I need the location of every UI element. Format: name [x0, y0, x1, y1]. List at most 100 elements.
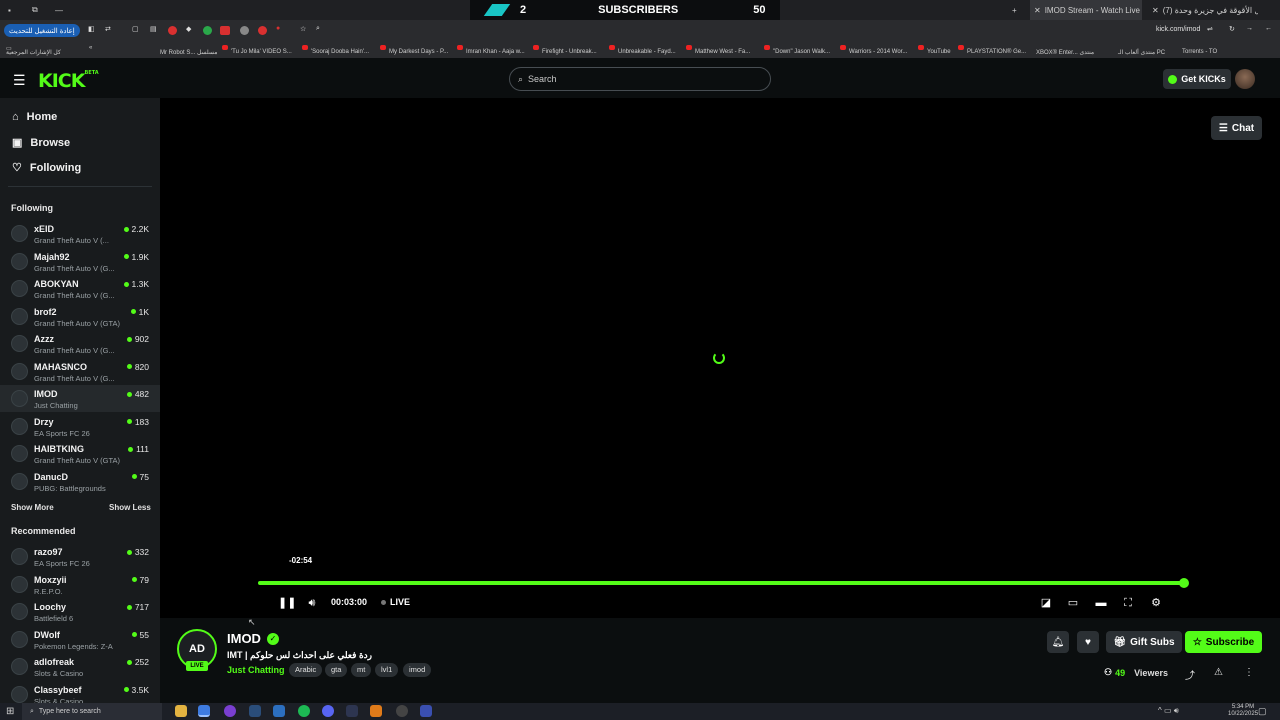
extension-icon[interactable]: ◆ [186, 25, 191, 33]
extension-icon[interactable] [258, 26, 267, 35]
pause-icon[interactable]: ❚❚ [278, 597, 296, 609]
bookmark-chevron-icon[interactable]: « [89, 45, 92, 51]
steam-icon[interactable] [249, 705, 261, 717]
recommended-channel-row[interactable]: Moxzyii R.E.P.O. 79 [0, 571, 160, 598]
follow-button[interactable]: ♥ [1077, 631, 1099, 653]
following-channel-row[interactable]: HAIBTKING Grand Theft Auto V (GTA) 111 [0, 440, 160, 467]
app-icon[interactable] [224, 705, 236, 717]
extension-icon[interactable] [203, 26, 212, 35]
extension-icon[interactable]: ⇄ [105, 25, 111, 33]
share-icon[interactable]: ⤴ [1185, 667, 1195, 682]
hamburger-menu-icon[interactable]: ☰ [13, 72, 26, 89]
following-channel-row[interactable]: Drzy EA Sports FC 26 183 [0, 413, 160, 440]
subscribe-button[interactable]: ☆ Subscribe [1185, 631, 1262, 653]
following-channel-row[interactable]: IMOD Just Chatting 482 [0, 385, 160, 412]
fullscreen-icon[interactable]: ⛶ [1122, 597, 1134, 609]
bookmark-star-icon[interactable]: ☆ [300, 25, 306, 33]
notification-bell-button[interactable]: 🔔︎ [1047, 631, 1069, 653]
following-channel-row[interactable]: Majah92 Grand Theft Auto V (G... 1.9K [0, 248, 160, 275]
recommended-channel-row[interactable]: adlofreak Slots & Casino 252 [0, 653, 160, 680]
following-channel-row[interactable]: ABOKYAN Grand Theft Auto V (G... 1.3K [0, 275, 160, 302]
minimize-icon[interactable]: — [55, 0, 63, 20]
windows-start-icon[interactable]: ⊞ [6, 706, 14, 717]
chat-toggle-button[interactable]: ☰ Chat [1211, 116, 1262, 140]
bookmark-item[interactable]: 'Tu Jo Mila' VIDEO S... [222, 45, 292, 55]
app-icon[interactable] [346, 705, 358, 717]
file-explorer-icon[interactable] [175, 705, 187, 717]
user-avatar[interactable] [1235, 69, 1255, 89]
pip-icon[interactable]: ◪ [1040, 597, 1052, 609]
extension-icon[interactable] [220, 26, 230, 35]
extension-icon[interactable]: ▢ [132, 25, 139, 33]
recommended-channel-row[interactable]: razo97 EA Sports FC 26 332 [0, 543, 160, 570]
new-tab-button[interactable]: + [1012, 0, 1017, 20]
url-text[interactable]: kick.com/imod [1156, 26, 1200, 33]
gift-subs-button[interactable]: 🎁︎ Gift Subs [1106, 631, 1182, 653]
tab-active[interactable]: ✕ IMOD Stream - Watch Live on [1030, 0, 1142, 20]
extension-icon[interactable]: ▤ [150, 25, 157, 33]
bookmark-item[interactable]: Matthew West - Fa... [686, 45, 750, 55]
zoom-icon[interactable]: ⌕ [316, 25, 320, 33]
show-less-button[interactable]: Show Less [109, 503, 151, 512]
channel-name[interactable]: IMOD [227, 631, 261, 646]
system-tray-icons[interactable]: ^ ▭ 🔊︎ [1158, 706, 1179, 716]
extension-icon[interactable] [240, 26, 249, 35]
bookmark-item[interactable]: PLAYSTATION® Ge... [958, 45, 1026, 55]
following-channel-row[interactable]: brof2 Grand Theft Auto V (GTA) 1K [0, 303, 160, 330]
bookmark-item[interactable]: Unbreakable - Fayd... [609, 45, 676, 55]
update-button[interactable]: إعادة التشغيل للتحديث [4, 24, 80, 37]
discord-icon[interactable] [322, 705, 334, 717]
notifications-icon[interactable]: ▢ [1258, 706, 1267, 717]
sidebar-item-home[interactable]: ⌂ Home [12, 111, 57, 123]
recommended-channel-row[interactable]: Loochy Battlefield 6 717 [0, 598, 160, 625]
following-channel-row[interactable]: DanucD PUBG: Battlegrounds 75 [0, 468, 160, 495]
category-link[interactable]: Just Chatting [227, 665, 285, 675]
report-icon[interactable]: ⚠ [1214, 667, 1223, 678]
app-icon[interactable] [420, 705, 432, 717]
app-icon[interactable] [396, 705, 408, 717]
stream-tag[interactable]: mt [351, 663, 372, 677]
bookmark-item[interactable]: My Darkest Days - P... [380, 45, 448, 55]
following-channel-row[interactable]: MAHASNCO Grand Theft Auto V (G... 820 [0, 358, 160, 385]
theater-mode-icon[interactable]: ▬ [1095, 597, 1107, 609]
cast-icon[interactable]: ▭ [1067, 597, 1079, 609]
site-settings-icon[interactable]: ⇌ [1207, 25, 1213, 33]
more-options-icon[interactable]: ⋮ [1244, 667, 1254, 678]
live-indicator[interactable]: LIVE [381, 597, 410, 607]
back-icon[interactable]: ← [1265, 25, 1272, 32]
restore-icon[interactable]: ⧉ [32, 0, 38, 20]
following-channel-row[interactable]: Azzz Grand Theft Auto V (G... 902 [0, 330, 160, 357]
app-icon[interactable] [273, 705, 285, 717]
sidebar-item-browse[interactable]: ▣ Browse [12, 136, 70, 150]
browser-menu-icon[interactable]: ▪ [8, 0, 11, 20]
extension-icon[interactable]: ● [276, 25, 280, 32]
forward-icon[interactable]: → [1246, 25, 1253, 32]
tab-close-icon[interactable]: ✕ [1152, 6, 1159, 15]
clock[interactable]: 5:34 PM 10/22/2025 [1228, 704, 1258, 718]
extension-icon[interactable] [168, 26, 177, 35]
bookmark-item[interactable]: Firefight - Unbreak... [533, 45, 597, 55]
search-input[interactable]: ⌕ Search [509, 67, 771, 91]
seek-bar[interactable] [258, 581, 1184, 585]
bookmark-item[interactable]: كل الإشارات المرجعية ▭ [6, 45, 61, 56]
taskbar-search-input[interactable]: ⌕ Type here to search [22, 703, 162, 720]
bookmark-item[interactable]: 'Sooraj Dooba Hain'... [302, 45, 369, 55]
stream-tag[interactable]: gta [325, 663, 348, 677]
recommended-channel-row[interactable]: DWolf Pokemon Legends: Z-A 55 [0, 626, 160, 653]
extension-icon[interactable]: ◧ [88, 25, 95, 33]
sidebar-item-following[interactable]: ♡ Following [12, 161, 81, 175]
stream-tag[interactable]: lvl1 [375, 663, 399, 677]
tab-other[interactable]: ✕ (7) كل الأقوقة في جزيرة وحدة | [1148, 0, 1258, 20]
stream-tag[interactable]: Arabic [289, 663, 323, 677]
get-kicks-button[interactable]: Get KICKs [1163, 69, 1231, 89]
bookmark-item[interactable]: Warriors - 2014 Wor... [840, 45, 907, 55]
following-channel-row[interactable]: xEID Grand Theft Auto V (... 2.2K [0, 220, 160, 247]
show-more-button[interactable]: Show More [11, 503, 54, 512]
reload-icon[interactable]: ↻ [1229, 25, 1235, 33]
kick-logo[interactable]: KICKBETA [38, 70, 99, 92]
spotify-icon[interactable] [298, 705, 310, 717]
settings-gear-icon[interactable]: ⚙ [1150, 597, 1162, 609]
tab-close-icon[interactable]: ✕ [1034, 6, 1041, 15]
bookmark-item[interactable]: YouTube [918, 45, 951, 55]
seek-handle[interactable] [1179, 578, 1189, 588]
